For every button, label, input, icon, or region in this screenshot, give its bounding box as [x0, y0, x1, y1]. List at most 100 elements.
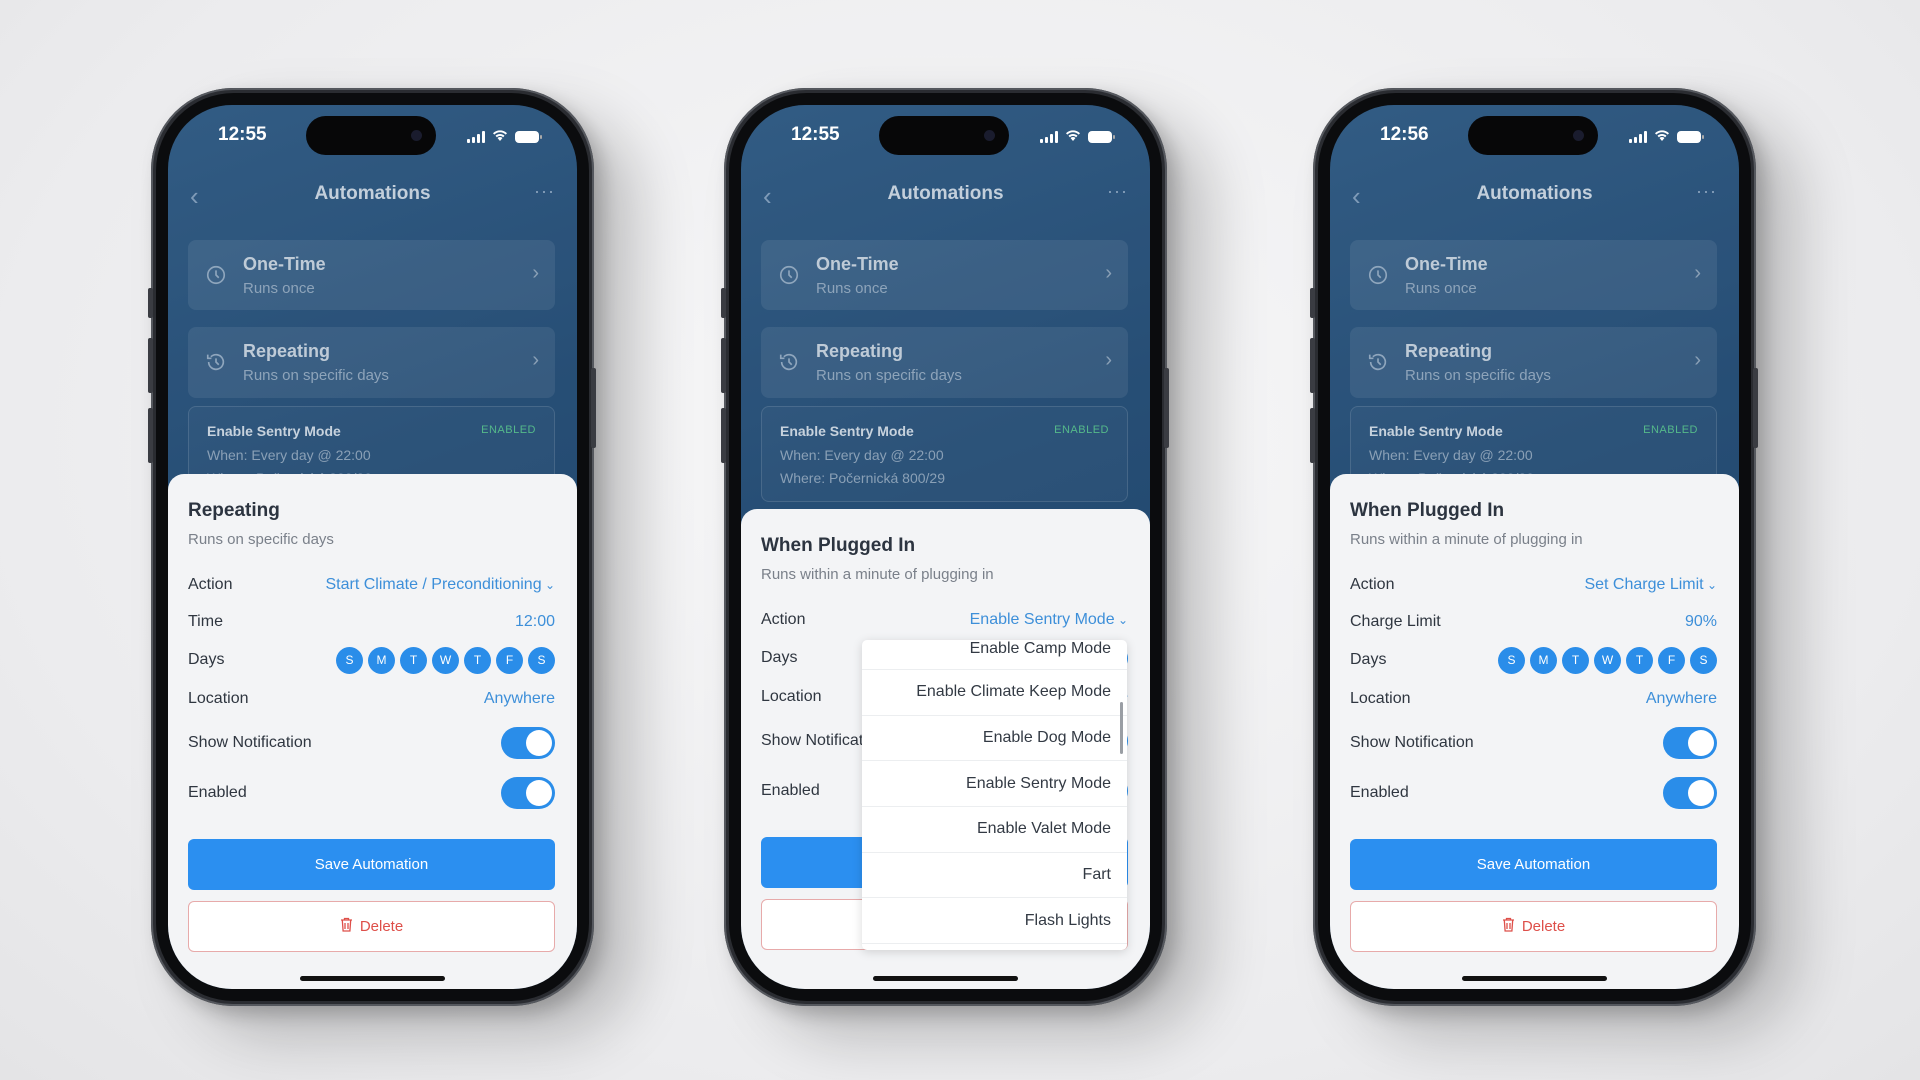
status-icons — [1040, 128, 1115, 146]
battery-icon — [1088, 131, 1115, 143]
action-dropdown[interactable]: Enable Camp Mode Enable Climate Keep Mode… — [862, 640, 1127, 950]
row-value[interactable]: 12:00 — [515, 613, 555, 631]
day-toggle[interactable]: S — [528, 646, 555, 674]
status-time: 12:56 — [1380, 124, 1429, 145]
status-icons — [467, 128, 542, 146]
automation-type-repeating[interactable]: Repeating Runs on specific days › — [1350, 327, 1717, 398]
automation-type-repeating[interactable]: Repeating Runs on specific days › — [761, 327, 1128, 398]
clock-icon — [205, 264, 227, 286]
status-badge: ENABLED — [1054, 424, 1109, 436]
row-value[interactable]: Anywhere — [1646, 690, 1717, 708]
day-toggle[interactable]: M — [368, 646, 395, 674]
card-subtitle: Runs once — [1405, 280, 1477, 297]
day-toggle[interactable]: F — [496, 646, 523, 674]
card-title: One-Time — [1405, 254, 1488, 274]
dropdown-option[interactable]: Enable Sentry Mode — [862, 761, 1127, 808]
side-button — [1310, 288, 1315, 318]
day-toggle[interactable]: T — [1626, 646, 1653, 674]
row-label: Time — [188, 612, 223, 630]
home-indicator[interactable] — [873, 976, 1018, 981]
row-label: Action — [1350, 575, 1395, 593]
more-icon[interactable]: ··· — [1107, 181, 1128, 202]
dropdown-option[interactable]: Fart — [862, 853, 1127, 899]
status-badge: ENABLED — [481, 424, 536, 436]
more-icon[interactable]: ··· — [1696, 181, 1717, 202]
signal-icon — [1040, 131, 1058, 143]
day-toggle[interactable]: M — [1530, 646, 1557, 674]
select-value: Set Charge Limit — [1584, 575, 1704, 593]
dropdown-option[interactable]: Enable Dog Mode — [862, 716, 1127, 762]
chevron-right-icon: › — [1105, 262, 1112, 284]
row-label: Show Notification — [1350, 734, 1474, 751]
home-indicator[interactable] — [1462, 976, 1607, 981]
row-show-notification: Show Notification — [1350, 718, 1717, 768]
sheet-title: When Plugged In — [761, 535, 916, 556]
chevron-right-icon: › — [1694, 262, 1701, 284]
save-automation-button[interactable]: Save Automation — [1350, 839, 1717, 890]
existing-automation[interactable]: Enable Sentry Mode ENABLED When: Every day… — [761, 406, 1128, 502]
automation-type-one-time[interactable]: One-Time Runs once › — [188, 240, 555, 310]
history-icon — [205, 351, 227, 373]
battery-icon — [1677, 131, 1704, 143]
dynamic-island — [1468, 116, 1598, 155]
day-toggle[interactable]: S — [336, 646, 363, 674]
dropdown-option[interactable]: Enable Camp Mode — [862, 640, 1127, 670]
toggle-switch[interactable] — [501, 777, 555, 809]
automation-type-one-time[interactable]: One-Time Runs once › — [1350, 240, 1717, 310]
side-button — [591, 368, 596, 448]
day-toggle[interactable]: F — [1658, 646, 1685, 674]
home-indicator[interactable] — [300, 976, 445, 981]
day-toggle[interactable]: T — [400, 646, 427, 674]
chevron-right-icon: › — [1105, 349, 1112, 371]
row-location: Location Anywhere — [188, 680, 555, 718]
card-subtitle: Runs once — [243, 280, 315, 297]
chevron-right-icon: › — [532, 262, 539, 284]
sheet-subtitle: Runs on specific days — [188, 531, 334, 548]
action-select[interactable]: Enable Sentry Mode ⌄ — [970, 611, 1128, 629]
automation-title: Enable Sentry Mode — [780, 423, 914, 439]
day-toggle[interactable]: T — [464, 646, 491, 674]
save-automation-button[interactable]: Save Automation — [188, 839, 555, 890]
row-days: DaysSMTWTFS — [1350, 640, 1717, 680]
automation-when: When: Every day @ 22:00 — [207, 447, 371, 463]
row-value[interactable]: Anywhere — [484, 690, 555, 708]
dropdown-option[interactable]: Flash Lights — [862, 898, 1127, 945]
day-toggle[interactable]: T — [1562, 646, 1589, 674]
phone-mockup: 12:55 ‹ Automations ··· One-Time Runs once › Re… — [721, 88, 1169, 1006]
sheet-subtitle: Runs within a minute of plugging in — [761, 566, 994, 583]
chevron-right-icon: › — [532, 349, 539, 371]
automation-when: When: Every day @ 22:00 — [1369, 447, 1533, 463]
day-toggle[interactable]: W — [1594, 646, 1621, 674]
settings-list: Action Start Climate / Preconditioning ⌄ T… — [188, 566, 555, 818]
row-action: Action Start Climate / Preconditioning ⌄ — [188, 566, 555, 603]
row-value[interactable]: 90% — [1685, 613, 1717, 631]
automation-where: Where: Počernická 800/29 — [780, 470, 945, 486]
dropdown-scrollbar[interactable] — [1120, 702, 1123, 754]
toggle-switch[interactable] — [1663, 727, 1717, 759]
chevron-down-icon: ⌄ — [1703, 577, 1717, 592]
toggle-switch[interactable] — [1663, 777, 1717, 809]
row-label: Action — [188, 575, 233, 593]
dropdown-option[interactable]: Enable Climate Keep Mode — [862, 670, 1127, 716]
day-toggle[interactable]: S — [1498, 646, 1525, 674]
automation-type-repeating[interactable]: Repeating Runs on specific days › — [188, 327, 555, 398]
days-picker: SMTWTFS — [1498, 646, 1717, 674]
phone-screen: 12:56 ‹ Automations ··· One-Time Runs once › Re… — [1330, 105, 1739, 989]
delete-button[interactable]: Delete — [1350, 901, 1717, 952]
row-action: Action Set Charge Limit ⌄ — [1350, 566, 1717, 603]
dropdown-option[interactable]: Enable Valet Mode — [862, 807, 1127, 853]
day-toggle[interactable]: S — [1690, 646, 1717, 674]
row-label: Show Notification — [188, 734, 312, 751]
automation-type-one-time[interactable]: One-Time Runs once › — [761, 240, 1128, 310]
side-button — [1164, 368, 1169, 448]
action-select[interactable]: Start Climate / Preconditioning ⌄ — [326, 576, 556, 594]
row-label: Days — [1350, 651, 1387, 668]
row-enabled: Enabled — [188, 768, 555, 818]
delete-button[interactable]: Delete — [188, 901, 555, 952]
chevron-right-icon: › — [1694, 349, 1701, 371]
more-icon[interactable]: ··· — [534, 181, 555, 202]
action-select[interactable]: Set Charge Limit ⌄ — [1584, 576, 1717, 594]
day-toggle[interactable]: W — [432, 646, 459, 674]
toggle-switch[interactable] — [501, 727, 555, 759]
row-location: Location Anywhere — [1350, 680, 1717, 718]
